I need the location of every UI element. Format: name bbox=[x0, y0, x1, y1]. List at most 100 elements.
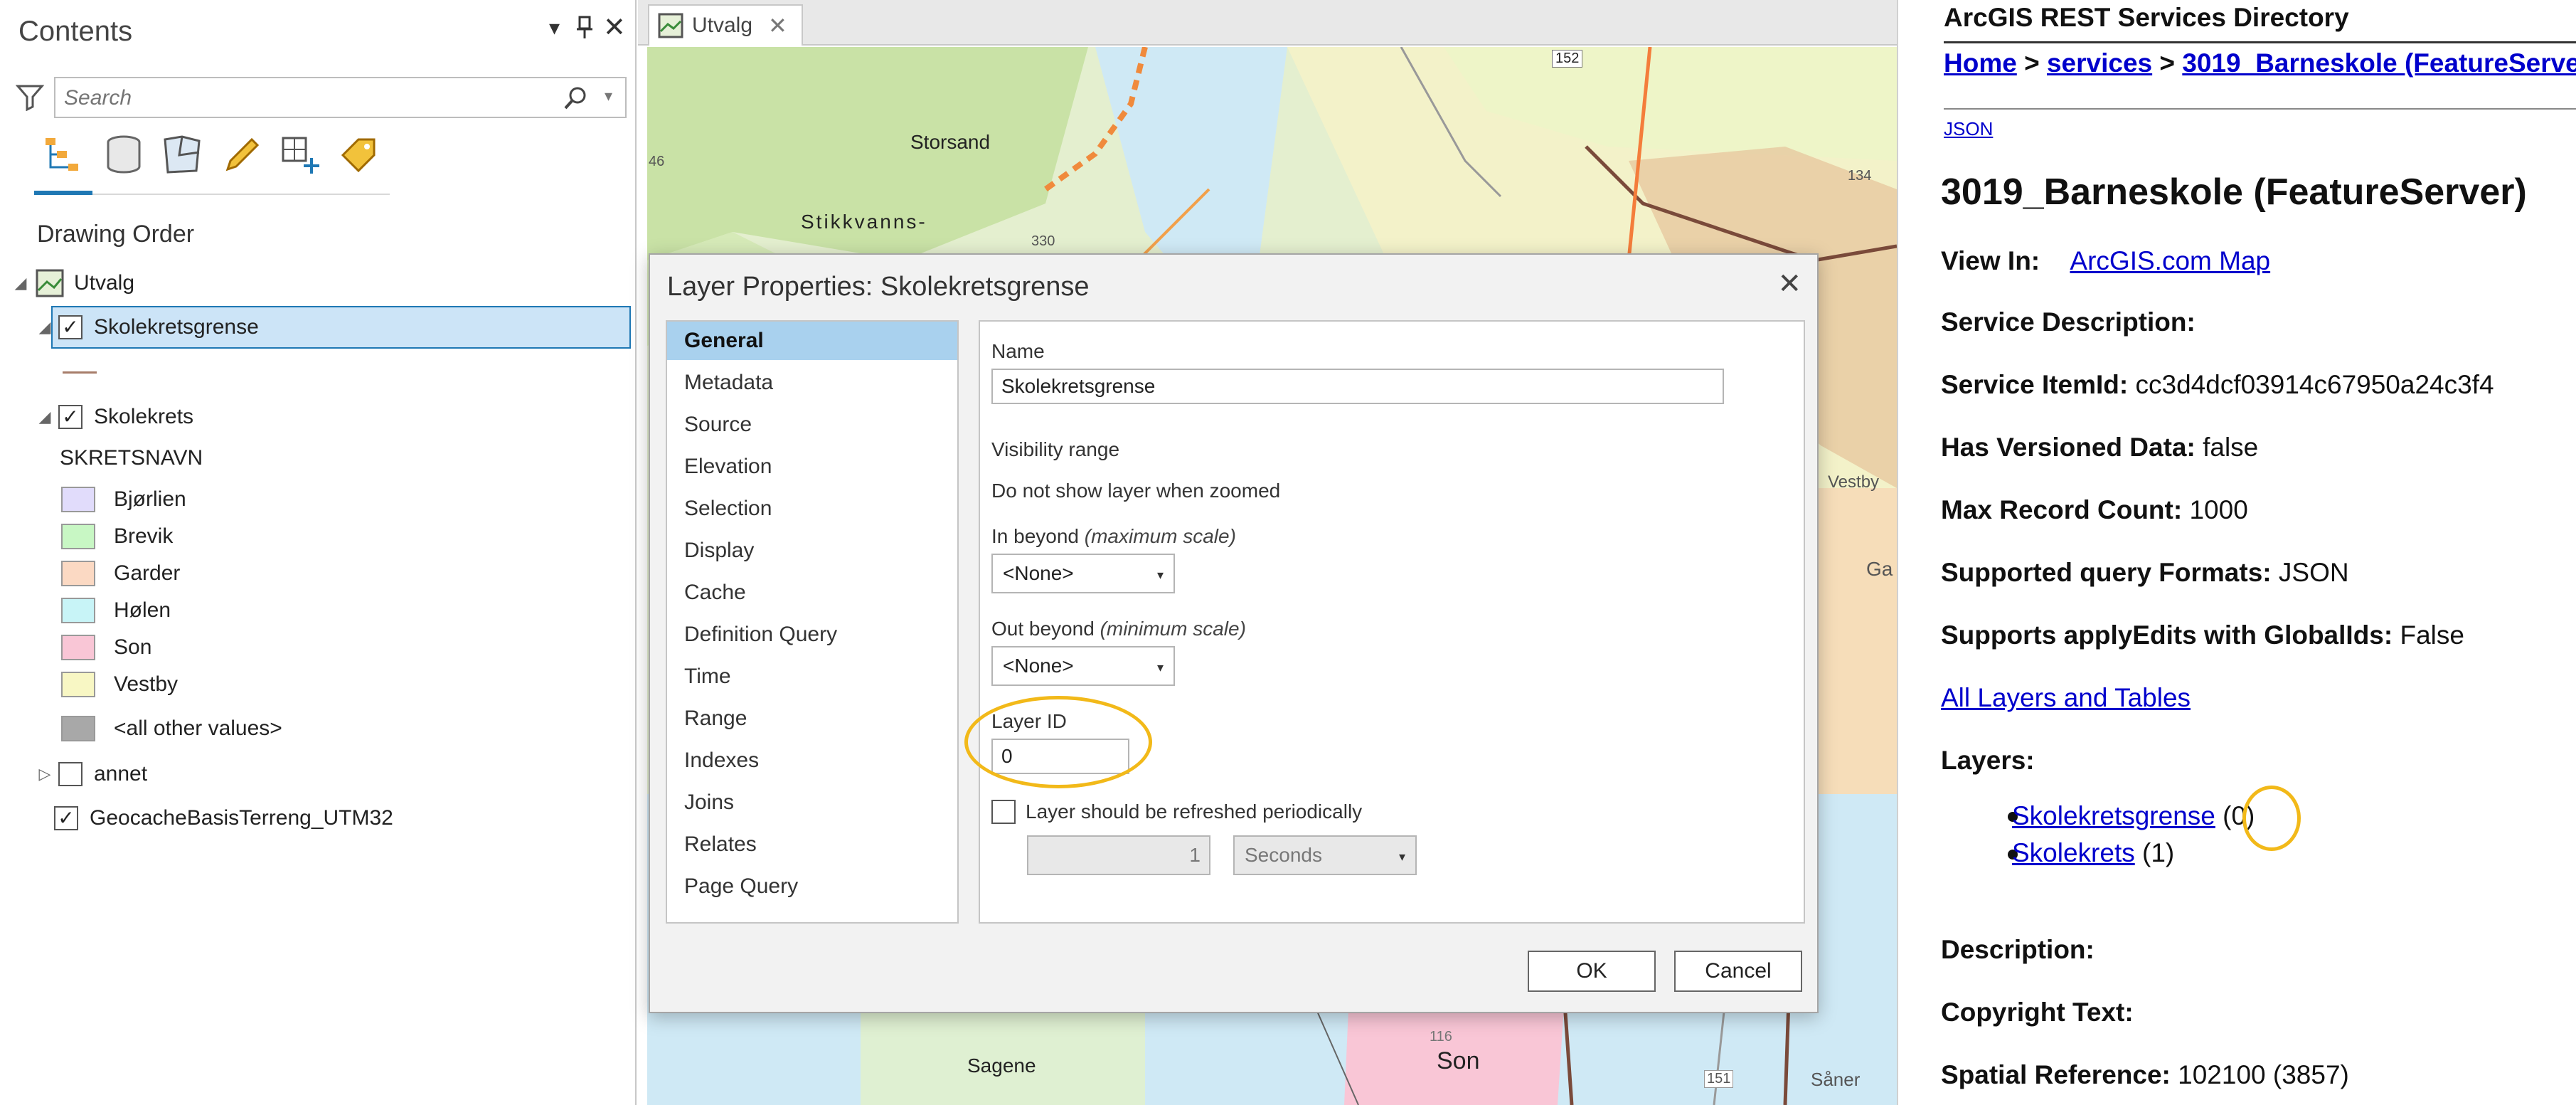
nav-page-query[interactable]: Page Query bbox=[667, 867, 957, 906]
dialog-title: Layer Properties: Skolekretsgrense bbox=[667, 272, 1090, 302]
layer-row-utvalg[interactable]: ◢ Utvalg bbox=[11, 265, 134, 302]
description-row: Description: bbox=[1941, 935, 2095, 965]
visibility-range-label: Visibility range bbox=[991, 438, 1120, 460]
expand-icon[interactable]: ▷ bbox=[36, 765, 54, 783]
map-label: Ga bbox=[1866, 558, 1893, 580]
refresh-interval-field[interactable] bbox=[1027, 835, 1210, 875]
layer-row-skolekretsgrense[interactable]: ◢ ✓ Skolekretsgrense bbox=[36, 309, 259, 346]
layer-id: (1) bbox=[2142, 838, 2175, 867]
nav-display[interactable]: Display bbox=[667, 532, 957, 570]
nav-selection[interactable]: Selection bbox=[667, 490, 957, 528]
map-label: Son bbox=[1437, 1047, 1480, 1074]
list-by-snapping-icon[interactable] bbox=[279, 134, 324, 182]
breadcrumb-services-link[interactable]: services bbox=[2047, 48, 2152, 78]
select-value: <None> bbox=[1003, 655, 1074, 677]
nav-range[interactable]: Range bbox=[667, 699, 957, 738]
map-icon bbox=[36, 269, 64, 297]
min-scale-text: (minimum scale) bbox=[1100, 618, 1246, 640]
close-icon[interactable]: ✕ bbox=[1777, 268, 1801, 300]
prop-label: Supports applyEdits with GlobalIds: bbox=[1941, 620, 2393, 650]
all-layers-link[interactable]: All Layers and Tables bbox=[1941, 683, 2191, 712]
prop-label: Description: bbox=[1941, 935, 2095, 964]
nav-definition-query[interactable]: Definition Query bbox=[667, 615, 957, 654]
select-value: <None> bbox=[1003, 562, 1074, 584]
nav-metadata[interactable]: Metadata bbox=[667, 364, 957, 402]
layer-link-skolekretsgrense[interactable]: Skolekretsgrense bbox=[2012, 801, 2215, 830]
legend-item[interactable]: Son bbox=[61, 629, 151, 666]
legend-item[interactable]: Vestby bbox=[61, 666, 178, 703]
visibility-checkbox[interactable]: ✓ bbox=[58, 315, 83, 339]
in-beyond-select[interactable]: <None> ▾ bbox=[991, 554, 1175, 593]
map-label: Stikkvanns- bbox=[801, 211, 927, 233]
out-beyond-text: Out beyond bbox=[991, 618, 1095, 640]
layer-list-item: Skolekrets (1) bbox=[2012, 838, 2174, 868]
legend-label: Bjørlien bbox=[114, 487, 186, 511]
breadcrumb-home-link[interactable]: Home bbox=[1944, 48, 2017, 78]
nav-time[interactable]: Time bbox=[667, 657, 957, 696]
map-tab-bar: Utvalg ✕ bbox=[638, 0, 1897, 46]
list-by-data-source-icon[interactable] bbox=[102, 134, 148, 182]
refresh-unit-select[interactable]: Seconds ▾ bbox=[1233, 835, 1417, 875]
prop-value: False bbox=[2400, 620, 2464, 650]
cancel-button[interactable]: Cancel bbox=[1674, 951, 1802, 992]
list-by-drawing-order-icon[interactable] bbox=[43, 134, 88, 182]
collapse-icon[interactable]: ◢ bbox=[36, 408, 54, 426]
filter-icon[interactable] bbox=[15, 83, 45, 112]
visibility-checkbox[interactable]: ✓ bbox=[54, 806, 78, 830]
prop-label: Has Versioned Data: bbox=[1941, 433, 2196, 462]
prop-label: Service Description: bbox=[1941, 307, 2196, 337]
map-label: Storsand bbox=[910, 131, 991, 153]
tab-utvalg[interactable]: Utvalg ✕ bbox=[648, 4, 803, 46]
layer-row-annet[interactable]: ▷ annet bbox=[36, 756, 147, 793]
refresh-checkbox[interactable] bbox=[991, 800, 1016, 824]
name-field[interactable] bbox=[991, 369, 1724, 404]
in-beyond-text: In beyond bbox=[991, 525, 1079, 547]
ok-button[interactable]: OK bbox=[1528, 951, 1656, 992]
visibility-checkbox[interactable] bbox=[58, 762, 83, 786]
refresh-row[interactable]: Layer should be refreshed periodically bbox=[991, 800, 1362, 824]
breadcrumb-service-link[interactable]: 3019_Barneskole (FeatureServer) bbox=[2182, 48, 2576, 78]
pane-menu-icon[interactable]: ▾ bbox=[549, 16, 560, 41]
tab-label: Utvalg bbox=[692, 14, 753, 37]
legend-item[interactable]: Bjørlien bbox=[61, 481, 186, 518]
legend-item[interactable]: Brevik bbox=[61, 518, 173, 555]
map-label: Sagene bbox=[967, 1054, 1036, 1077]
layer-row-geocachebasisterreng[interactable]: ✓ GeocacheBasisTerreng_UTM32 bbox=[54, 800, 393, 837]
list-by-editing-icon[interactable] bbox=[220, 134, 266, 182]
nav-elevation[interactable]: Elevation bbox=[667, 448, 957, 486]
search-box[interactable]: ▾ bbox=[54, 77, 627, 118]
layer-link-skolekrets[interactable]: Skolekrets bbox=[2012, 838, 2135, 867]
json-link[interactable]: JSON bbox=[1944, 118, 1993, 140]
list-by-selection-icon[interactable] bbox=[161, 134, 206, 182]
view-in-row: View In: ArcGIS.com Map bbox=[1941, 246, 2270, 276]
collapse-icon[interactable]: ◢ bbox=[11, 274, 30, 292]
search-input[interactable] bbox=[64, 84, 548, 112]
prop-value: cc3d4dcf03914c67950a24c3f4 bbox=[2135, 370, 2494, 399]
list-by-labeling-icon[interactable] bbox=[337, 134, 383, 182]
legend-label: Son bbox=[114, 635, 152, 659]
nav-source[interactable]: Source bbox=[667, 406, 957, 444]
chevron-down-icon[interactable]: ▾ bbox=[605, 87, 612, 105]
close-icon[interactable]: ✕ bbox=[603, 11, 626, 43]
legend-item[interactable]: Garder bbox=[61, 555, 180, 592]
search-icon[interactable] bbox=[563, 85, 589, 111]
nav-relates[interactable]: Relates bbox=[667, 825, 957, 864]
nav-general[interactable]: General bbox=[667, 322, 957, 360]
arcgis-map-link[interactable]: ArcGIS.com Map bbox=[2070, 246, 2270, 275]
legend-item[interactable]: Hølen bbox=[61, 592, 171, 629]
layer-label: Utvalg bbox=[74, 271, 135, 295]
nav-cache[interactable]: Cache bbox=[667, 573, 957, 612]
collapse-icon[interactable]: ◢ bbox=[36, 318, 54, 337]
out-beyond-select[interactable]: <None> ▾ bbox=[991, 646, 1175, 686]
prop-label: Spatial Reference: bbox=[1941, 1060, 2171, 1089]
pin-icon[interactable] bbox=[575, 16, 595, 46]
road-number: 152 bbox=[1552, 50, 1583, 68]
legend-item[interactable]: <all other values> bbox=[61, 710, 282, 747]
close-icon[interactable]: ✕ bbox=[768, 12, 787, 39]
nav-indexes[interactable]: Indexes bbox=[667, 741, 957, 780]
legend-label: Vestby bbox=[114, 672, 179, 696]
layer-row-skolekrets[interactable]: ◢ ✓ Skolekrets bbox=[36, 398, 193, 435]
general-panel: Name Visibility range Do not show layer … bbox=[964, 320, 1805, 924]
visibility-checkbox[interactable]: ✓ bbox=[58, 405, 83, 429]
nav-joins[interactable]: Joins bbox=[667, 783, 957, 822]
